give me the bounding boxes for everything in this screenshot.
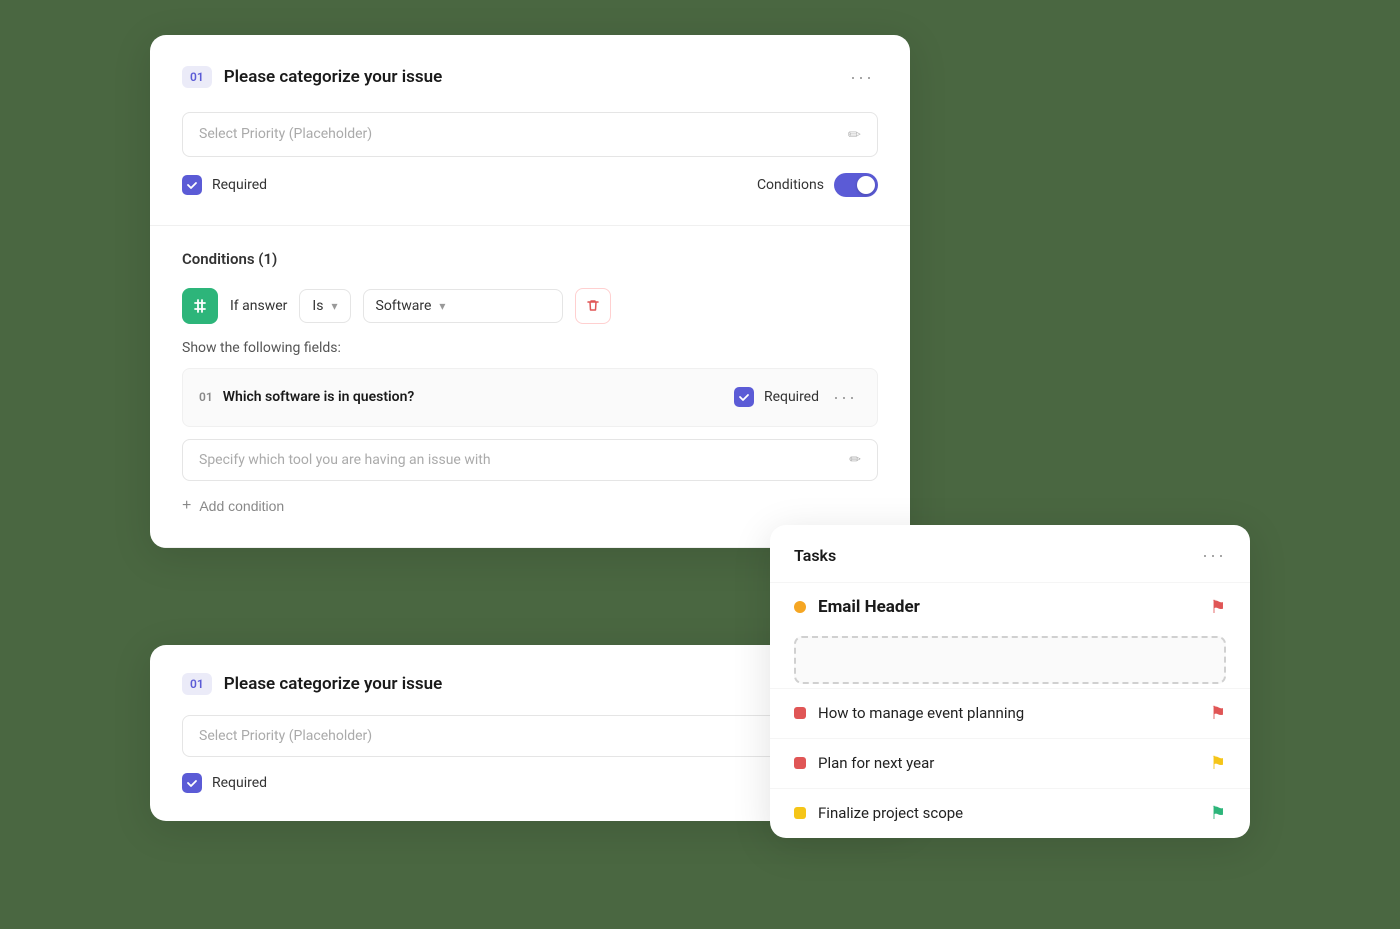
step-badge-1: 01: [182, 66, 212, 88]
task-item-left-1: How to manage event planning: [794, 704, 1024, 722]
field-options-1: Required Conditions: [182, 173, 878, 197]
sub-field-row-1: 01 Which software is in question? Requir…: [182, 368, 878, 427]
title-group: 01 Please categorize your issue: [182, 66, 442, 88]
section-header-1: 01 Please categorize your issue ···: [182, 63, 878, 92]
add-condition-button[interactable]: + Add condition: [182, 489, 284, 523]
form-card-1: 01 Please categorize your issue ··· Sele…: [150, 35, 910, 548]
is-select-value: Is: [312, 298, 323, 314]
tasks-header: Tasks ···: [770, 525, 1250, 582]
conditions-label: Conditions: [757, 177, 824, 193]
required-checkbox-sub[interactable]: [734, 387, 754, 407]
required-label-sub: Required: [764, 389, 819, 405]
email-header-left: Email Header: [794, 597, 920, 617]
condition-icon: [182, 288, 218, 324]
flag-red-icon-header: ⚑: [1210, 597, 1226, 618]
conditions-toggle[interactable]: [834, 173, 878, 197]
task-item-row-1[interactable]: How to manage event planning ⚑: [770, 688, 1250, 738]
drag-placeholder: [794, 636, 1226, 684]
tasks-more-button[interactable]: ···: [1202, 545, 1226, 566]
priority-input[interactable]: Select Priority (Placeholder) ✏: [182, 112, 878, 157]
flag-icon-3: ⚑: [1210, 803, 1226, 824]
sub-field-title: Which software is in question?: [223, 389, 415, 405]
is-select[interactable]: Is ▾: [299, 289, 350, 323]
sub-field-left: 01 Which software is in question?: [199, 389, 414, 405]
flag-icon-2: ⚑: [1210, 753, 1226, 774]
delete-condition-button[interactable]: [575, 288, 611, 324]
priority-placeholder-text: Select Priority (Placeholder): [199, 126, 372, 142]
required-label-2: Required: [212, 775, 267, 791]
priority-placeholder-text-2: Select Priority (Placeholder): [199, 728, 372, 744]
title-group-2: 01 Please categorize your issue: [182, 673, 442, 695]
required-label-1: Required: [212, 177, 267, 193]
software-select[interactable]: Software ▾: [363, 289, 563, 323]
email-header-title: Email Header: [818, 597, 920, 617]
task-item-row-2[interactable]: Plan for next year ⚑: [770, 738, 1250, 788]
task-item-row-3[interactable]: Finalize project scope ⚑: [770, 788, 1250, 838]
more-options-button-1[interactable]: ···: [846, 63, 878, 92]
show-fields-label: Show the following fields:: [182, 340, 878, 356]
required-checkbox-1[interactable]: [182, 175, 202, 195]
dot-yellow-icon-3: [794, 807, 806, 819]
tasks-title: Tasks: [794, 546, 836, 565]
tasks-card: Tasks ··· Email Header ⚑ How to manage e…: [770, 525, 1250, 838]
email-header-row: Email Header ⚑: [770, 582, 1250, 632]
sub-step-badge: 01: [199, 390, 213, 404]
task-item-text-2: Plan for next year: [818, 754, 934, 772]
step-badge-2: 01: [182, 673, 212, 695]
task-item-left-3: Finalize project scope: [794, 804, 963, 822]
if-answer-label: If answer: [230, 298, 287, 314]
question-title-2: Please categorize your issue: [224, 674, 443, 694]
software-select-value: Software: [376, 298, 432, 314]
task-item-text-3: Finalize project scope: [818, 804, 963, 822]
question-title-1: Please categorize your issue: [224, 67, 443, 87]
question-section-1: 01 Please categorize your issue ··· Sele…: [150, 35, 910, 226]
chevron-down-icon-2: ▾: [439, 299, 445, 313]
sub-placeholder-input[interactable]: Specify which tool you are having an iss…: [182, 439, 878, 481]
plus-icon: +: [182, 497, 191, 515]
sub-field-right: Required ···: [734, 383, 861, 412]
conditions-title: Conditions (1): [182, 250, 878, 268]
flag-icon-1: ⚑: [1210, 703, 1226, 724]
conditions-group: Conditions: [757, 173, 878, 197]
dot-red-icon-2: [794, 757, 806, 769]
sub-placeholder-text: Specify which tool you are having an iss…: [199, 452, 491, 468]
required-group-1: Required: [182, 175, 267, 195]
conditions-section: Conditions (1) If answer Is ▾ Software ▾: [150, 226, 910, 548]
task-item-text-1: How to manage event planning: [818, 704, 1024, 722]
dot-red-icon-1: [794, 707, 806, 719]
condition-row-1: If answer Is ▾ Software ▾: [182, 288, 878, 324]
add-condition-label: Add condition: [199, 498, 284, 514]
more-options-button-sub[interactable]: ···: [829, 383, 861, 412]
edit-icon-sub: ✏: [849, 452, 861, 468]
edit-icon-1: ✏: [848, 125, 861, 144]
required-checkbox-2[interactable]: [182, 773, 202, 793]
dot-orange-icon: [794, 601, 806, 613]
task-item-left-2: Plan for next year: [794, 754, 934, 772]
chevron-down-icon-1: ▾: [331, 299, 337, 313]
